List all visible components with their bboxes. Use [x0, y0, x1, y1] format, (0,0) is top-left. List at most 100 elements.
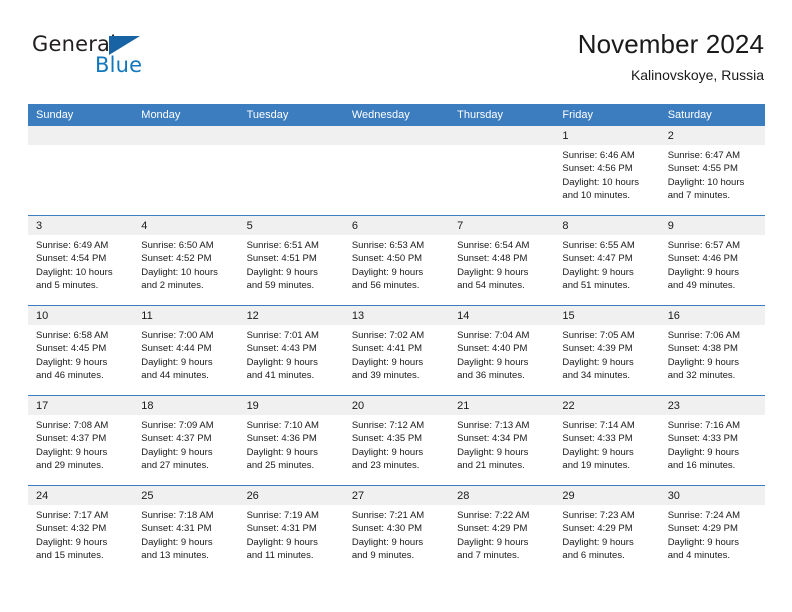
day-cell[interactable]: 10 Sunrise: 6:58 AM Sunset: 4:45 PM Dayligh… [28, 306, 134, 395]
day-cell-empty [133, 126, 239, 215]
day-number-band: 2 [659, 126, 765, 145]
day-cell[interactable]: 15 Sunrise: 7:05 AM Sunset: 4:39 PM Dayligh… [554, 306, 660, 395]
day-number: 4 [141, 220, 148, 232]
day-sun-info: Sunrise: 7:09 AM Sunset: 4:37 PM Daylight:… [133, 415, 238, 472]
day-sun-info: Sunrise: 7:23 AM Sunset: 4:29 PM Daylight:… [554, 505, 659, 562]
day-cell[interactable]: 18 Sunrise: 7:09 AM Sunset: 4:37 PM Dayligh… [133, 396, 239, 485]
day-number: 5 [246, 220, 253, 232]
sunset-text: Sunset: 4:35 PM [351, 433, 423, 445]
general-blue-logo[interactable]: General Blue [32, 32, 212, 84]
day-number-band: 19 [238, 396, 344, 415]
sunrise-text: Sunrise: 7:18 AM [141, 510, 214, 521]
daylight-text: Daylight: 10 hours and 7 minutes. [667, 176, 745, 201]
day-cell[interactable]: 27 Sunrise: 7:21 AM Sunset: 4:30 PM Dayligh… [343, 486, 450, 575]
day-number-band: 10 [28, 306, 134, 325]
day-cell[interactable]: 24 Sunrise: 7:17 AM Sunset: 4:32 PM Dayligh… [28, 486, 134, 575]
sunrise-text: Sunrise: 7:14 AM [562, 420, 635, 431]
day-number: 25 [141, 490, 154, 502]
day-number: 22 [562, 400, 575, 412]
sunset-text: Sunset: 4:39 PM [562, 343, 633, 355]
day-sun-info: Sunrise: 7:02 AM Sunset: 4:41 PM Daylight:… [344, 325, 449, 382]
day-sun-info: Sunrise: 7:10 AM Sunset: 4:36 PM Daylight:… [239, 415, 344, 472]
day-cell[interactable]: 17 Sunrise: 7:08 AM Sunset: 4:37 PM Dayligh… [28, 396, 134, 485]
day-sun-info: Sunrise: 6:57 AM Sunset: 4:46 PM Daylight:… [660, 235, 765, 292]
day-number: 13 [351, 310, 365, 322]
day-cell[interactable]: 19 Sunrise: 7:10 AM Sunset: 4:36 PM Dayligh… [238, 396, 344, 485]
day-number-band: 8 [554, 216, 660, 235]
day-cell[interactable]: 23 Sunrise: 7:16 AM Sunset: 4:33 PM Dayligh… [659, 396, 765, 485]
daylight-text: Daylight: 9 hours and 51 minutes. [562, 266, 634, 291]
day-number-band: 17 [28, 396, 134, 415]
day-cell[interactable]: 21 Sunrise: 7:13 AM Sunset: 4:34 PM Dayligh… [449, 396, 555, 485]
day-number-band: 12 [238, 306, 344, 325]
day-cell[interactable]: 22 Sunrise: 7:14 AM Sunset: 4:33 PM Dayligh… [554, 396, 660, 485]
day-sun-info: Sunrise: 7:17 AM Sunset: 4:32 PM Daylight:… [28, 505, 133, 562]
day-sun-info: Sunrise: 7:00 AM Sunset: 4:44 PM Daylight:… [133, 325, 238, 382]
sunrise-text: Sunrise: 7:24 AM [667, 510, 741, 521]
page-subtitle: Kalinovskoye, Russia [630, 67, 764, 83]
sunset-text: Sunset: 4:44 PM [141, 343, 212, 355]
day-cell[interactable]: 26 Sunrise: 7:19 AM Sunset: 4:31 PM Dayligh… [238, 486, 344, 575]
sunset-text: Sunset: 4:55 PM [667, 163, 738, 175]
day-cell[interactable]: 3 Sunrise: 6:49 AM Sunset: 4:54 PM Daylight… [28, 216, 134, 305]
day-cell-empty [449, 126, 555, 215]
day-cell[interactable]: 1 Sunrise: 6:46 AM Sunset: 4:56 PM Daylight… [554, 126, 660, 215]
day-cell[interactable]: 8 Sunrise: 6:55 AM Sunset: 4:47 PM Daylight… [554, 216, 660, 305]
calendar-page: General Blue November 2024 Kalinovskoye,… [0, 0, 792, 612]
day-number-band: 5 [238, 216, 344, 235]
sunset-text: Sunset: 4:30 PM [351, 523, 423, 535]
day-cell[interactable]: 6 Sunrise: 6:53 AM Sunset: 4:50 PM Daylight… [343, 216, 450, 305]
day-cell[interactable]: 12 Sunrise: 7:01 AM Sunset: 4:43 PM Dayligh… [238, 306, 344, 395]
week-row: 3 Sunrise: 6:49 AM Sunset: 4:54 PM Daylight… [28, 215, 765, 305]
day-number: 8 [562, 220, 569, 232]
day-number-band: 14 [449, 306, 555, 325]
sunrise-text: Sunrise: 7:04 AM [457, 330, 530, 341]
sunset-text: Sunset: 4:37 PM [36, 433, 107, 445]
day-sun-info: Sunrise: 6:46 AM Sunset: 4:56 PM Daylight:… [554, 145, 659, 202]
sunset-text: Sunset: 4:37 PM [141, 433, 212, 445]
sunrise-text: Sunrise: 6:55 AM [562, 240, 635, 251]
day-sun-info: Sunrise: 7:13 AM Sunset: 4:34 PM Daylight:… [449, 415, 554, 472]
day-number: 30 [667, 490, 680, 502]
day-cell[interactable]: 5 Sunrise: 6:51 AM Sunset: 4:51 PM Daylight… [238, 216, 344, 305]
day-cell[interactable]: 9 Sunrise: 6:57 AM Sunset: 4:46 PM Daylight… [659, 216, 765, 305]
day-sun-info: Sunrise: 6:58 AM Sunset: 4:45 PM Daylight:… [28, 325, 133, 382]
sunrise-text: Sunrise: 7:08 AM [36, 420, 109, 431]
sunset-text: Sunset: 4:50 PM [351, 253, 423, 265]
day-cell[interactable]: 20 Sunrise: 7:12 AM Sunset: 4:35 PM Dayligh… [343, 396, 450, 485]
sunrise-text: Sunrise: 7:05 AM [562, 330, 635, 341]
day-cell[interactable]: 30 Sunrise: 7:24 AM Sunset: 4:29 PM Dayligh… [659, 486, 765, 575]
day-cell[interactable]: 16 Sunrise: 7:06 AM Sunset: 4:38 PM Dayligh… [659, 306, 765, 395]
sunrise-text: Sunrise: 7:02 AM [351, 330, 425, 341]
day-number: 1 [562, 130, 569, 142]
day-number: 12 [246, 310, 259, 322]
day-cell[interactable]: 2 Sunrise: 6:47 AM Sunset: 4:55 PM Daylight… [659, 126, 765, 215]
day-cell[interactable]: 28 Sunrise: 7:22 AM Sunset: 4:29 PM Dayligh… [449, 486, 555, 575]
day-number-band: 21 [449, 396, 555, 415]
day-cell[interactable]: 11 Sunrise: 7:00 AM Sunset: 4:44 PM Dayligh… [133, 306, 239, 395]
day-cell[interactable]: 7 Sunrise: 6:54 AM Sunset: 4:48 PM Daylight… [449, 216, 555, 305]
page-header: General Blue November 2024 Kalinovskoye,… [28, 28, 764, 96]
sunrise-text: Sunrise: 6:50 AM [141, 240, 214, 251]
daylight-text: Daylight: 9 hours and 11 minutes. [246, 536, 318, 561]
sunset-text: Sunset: 4:32 PM [36, 523, 107, 535]
day-sun-info: Sunrise: 7:16 AM Sunset: 4:33 PM Daylight:… [660, 415, 765, 472]
day-cell[interactable]: 25 Sunrise: 7:18 AM Sunset: 4:31 PM Dayligh… [133, 486, 239, 575]
sunset-text: Sunset: 4:38 PM [667, 343, 738, 355]
daylight-text: Daylight: 9 hours and 36 minutes. [457, 356, 529, 381]
day-cell[interactable]: 13 Sunrise: 7:02 AM Sunset: 4:41 PM Dayligh… [343, 306, 450, 395]
day-sun-info: Sunrise: 6:55 AM Sunset: 4:47 PM Daylight:… [554, 235, 659, 292]
sunrise-text: Sunrise: 7:19 AM [246, 510, 319, 521]
daylight-text: Daylight: 9 hours and 56 minutes. [351, 266, 424, 291]
day-cell[interactable]: 14 Sunrise: 7:04 AM Sunset: 4:40 PM Dayligh… [449, 306, 555, 395]
sunset-text: Sunset: 4:47 PM [562, 253, 633, 265]
daylight-text: Daylight: 9 hours and 9 minutes. [351, 536, 424, 561]
day-sun-info: Sunrise: 6:47 AM Sunset: 4:55 PM Daylight:… [660, 145, 765, 202]
day-cell[interactable]: 29 Sunrise: 7:23 AM Sunset: 4:29 PM Dayligh… [554, 486, 660, 575]
sunrise-text: Sunrise: 7:22 AM [457, 510, 530, 521]
day-cell[interactable]: 4 Sunrise: 6:50 AM Sunset: 4:52 PM Daylight… [133, 216, 239, 305]
day-sun-info: Sunrise: 7:01 AM Sunset: 4:43 PM Daylight:… [239, 325, 344, 382]
daylight-text: Daylight: 10 hours and 5 minutes. [36, 266, 113, 291]
daylight-text: Daylight: 9 hours and 34 minutes. [562, 356, 634, 381]
week-row: 10 Sunrise: 6:58 AM Sunset: 4:45 PM Dayligh… [28, 305, 765, 395]
